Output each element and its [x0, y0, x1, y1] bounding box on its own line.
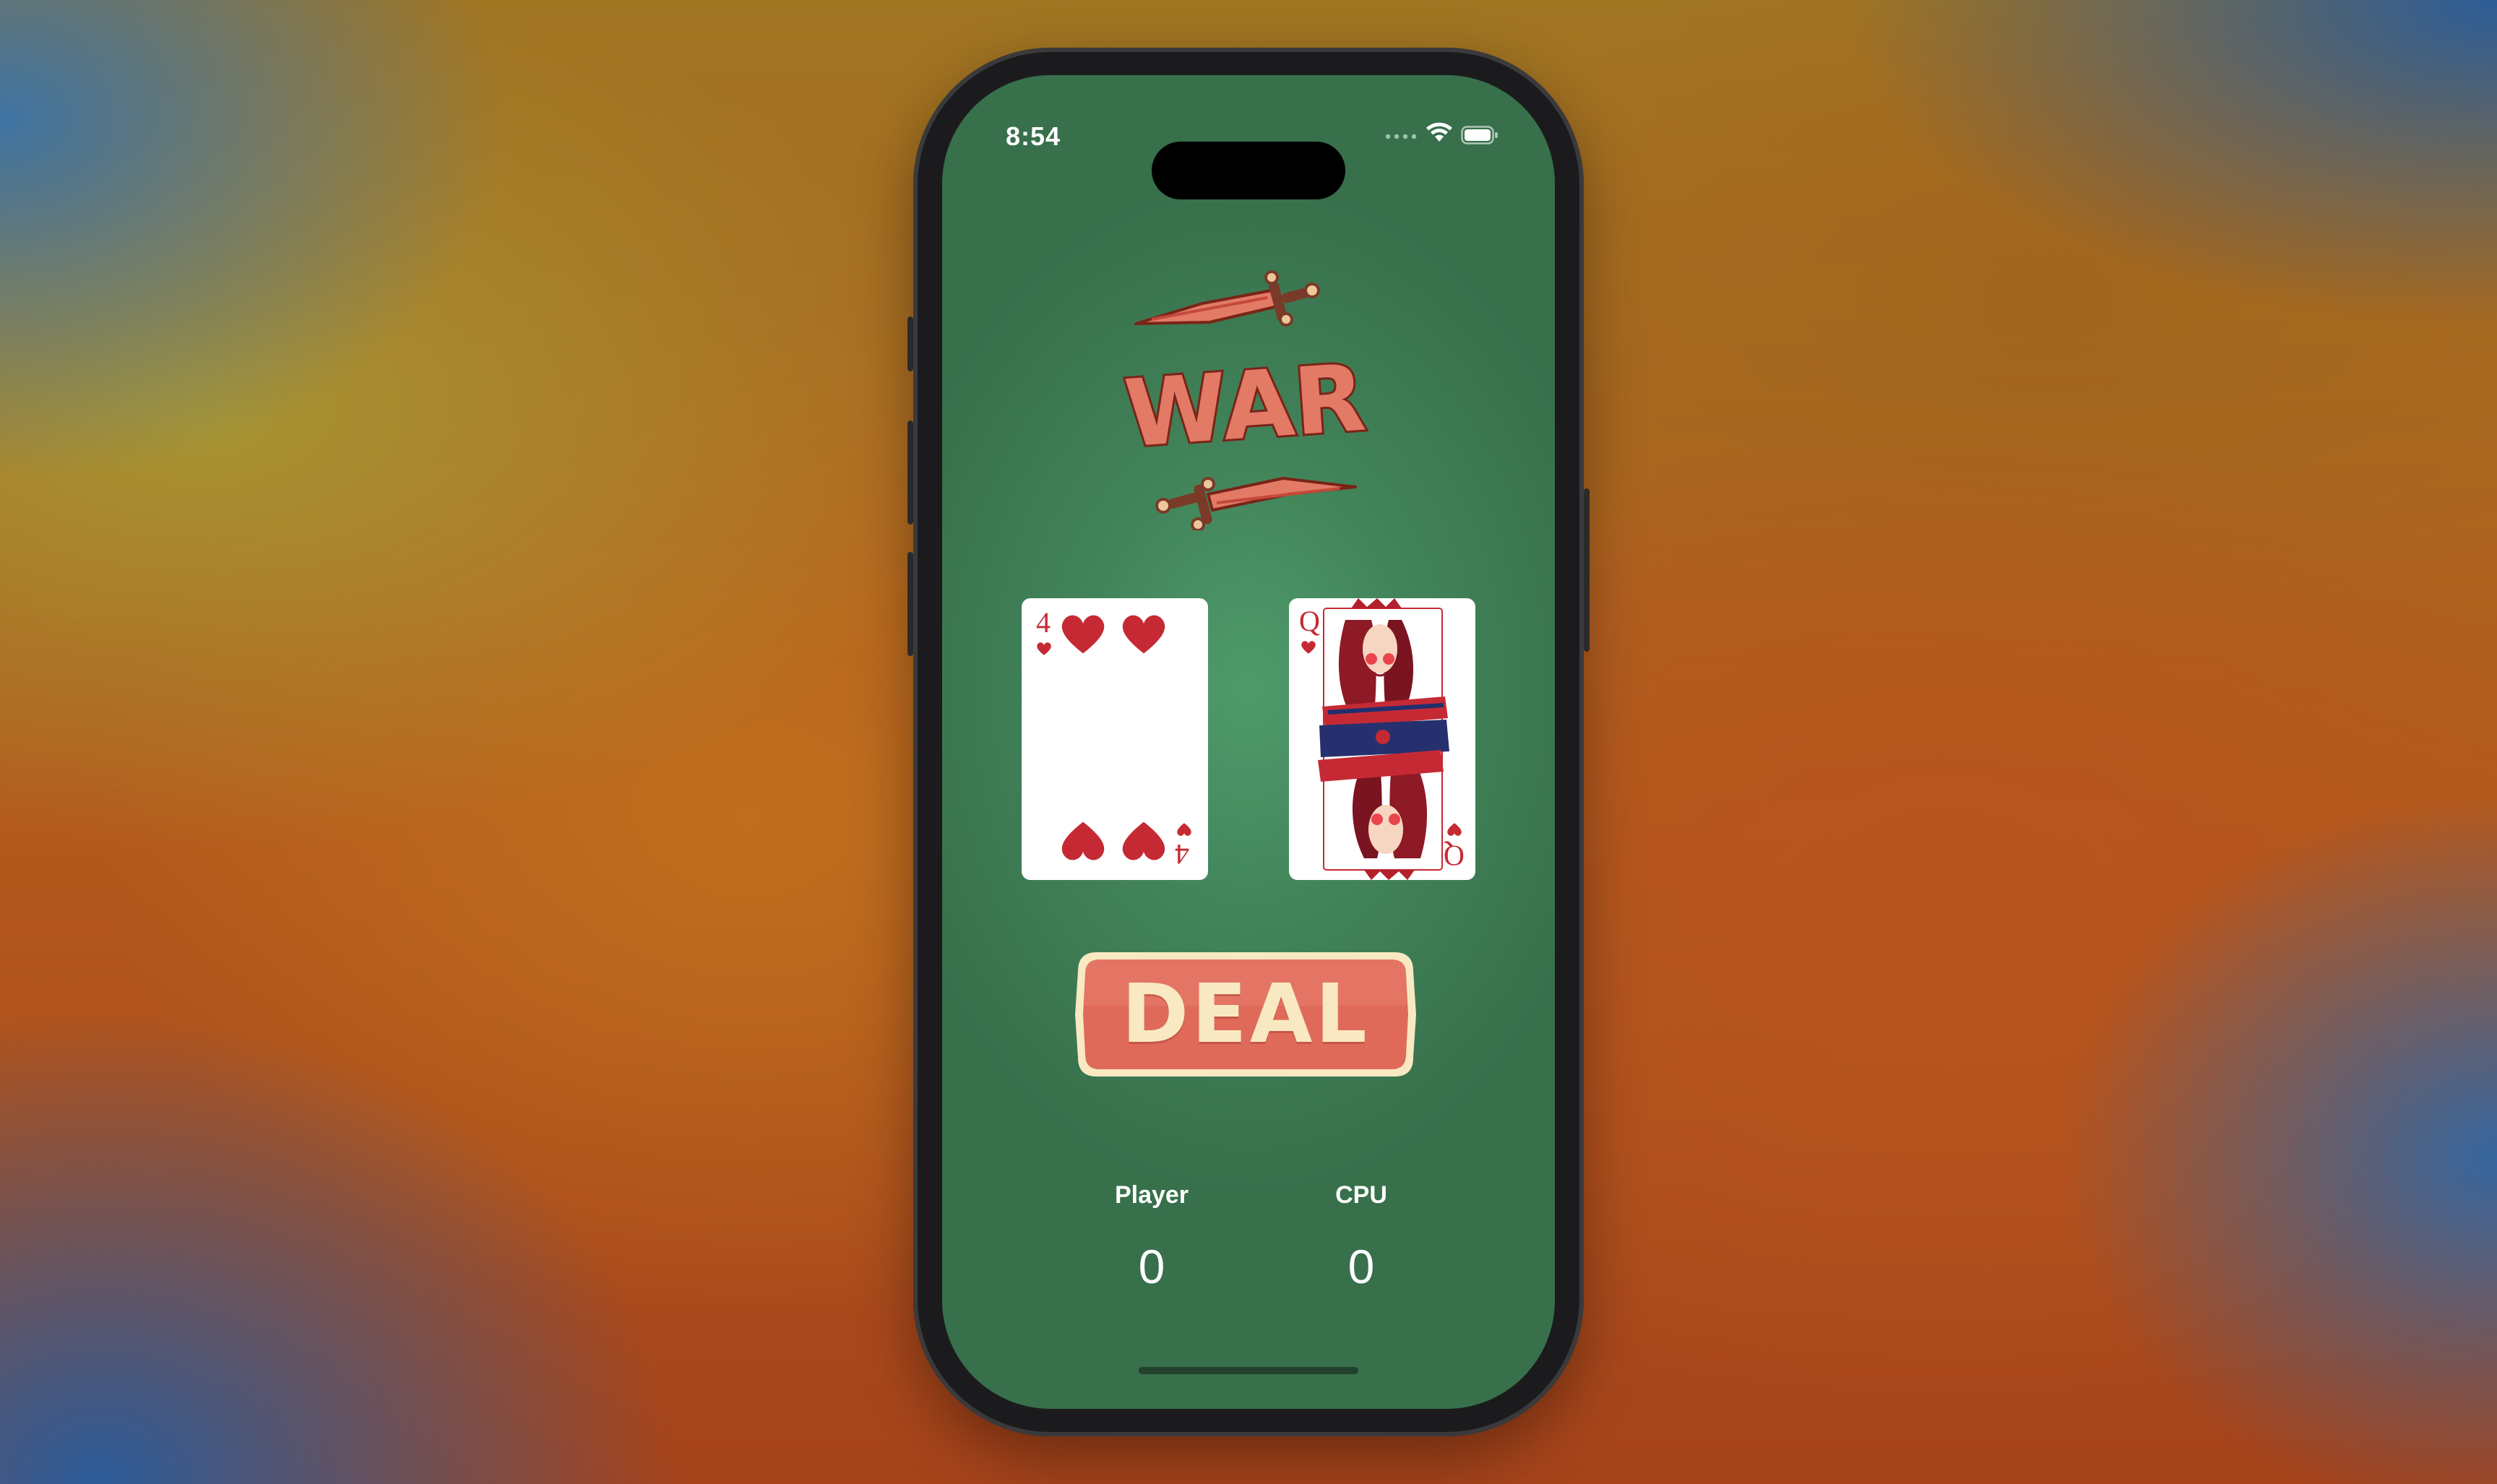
cpu-score-panel: CPU 0 [1289, 1181, 1433, 1292]
player-card-suit-small-icon [1177, 823, 1191, 836]
cellular-signal-icon [1385, 134, 1417, 139]
cpu-card-suit-small-icon [1447, 823, 1462, 836]
deal-button[interactable]: DEAL [1072, 948, 1419, 1081]
cpu-card: Q Q [1289, 598, 1475, 880]
player-score-label: Player [1114, 1181, 1189, 1209]
cpu-score-value: 0 [1347, 1240, 1375, 1293]
queen-figure-icon [1318, 598, 1449, 880]
action-button [907, 316, 913, 371]
power-button [1584, 488, 1590, 652]
battery-icon [1461, 126, 1498, 144]
player-card-rank-bottom: 4 [1175, 838, 1189, 871]
deal-button-label: DEAL [1121, 967, 1370, 1061]
volume-down-button [907, 552, 913, 656]
app-screen: 8:54 WAR 4 4 Q Q DEAL Player 0 CPU 0 [942, 75, 1555, 1409]
player-card: 4 4 [1022, 598, 1208, 880]
logo-text: WAR [1123, 345, 1368, 469]
war-logo: WAR [1123, 270, 1368, 530]
heart-pip-icon [1122, 615, 1165, 654]
player-score-value: 0 [1138, 1240, 1165, 1293]
status-time: 8:54 [1006, 121, 1061, 151]
phone-frame: 8:54 WAR 4 4 Q Q DEAL Player 0 CPU 0 [907, 48, 1590, 1436]
heart-pip-icon [1061, 615, 1105, 654]
player-score-panel: Player 0 [1079, 1181, 1224, 1292]
heart-pip-icon [1122, 821, 1165, 860]
player-card-rank-top: 4 [1036, 606, 1051, 639]
lower-sword-icon [1155, 477, 1357, 530]
wifi-icon [1426, 122, 1452, 142]
cpu-card-rank-bottom: Q [1444, 840, 1465, 872]
heart-pip-icon [1061, 821, 1105, 860]
dynamic-island [1152, 142, 1345, 199]
status-bar: 8:54 [942, 75, 1555, 199]
home-indicator[interactable] [1139, 1367, 1358, 1374]
volume-up-button [907, 420, 913, 525]
player-card-suit-small-icon [1037, 642, 1051, 655]
cpu-score-label: CPU [1335, 1181, 1387, 1209]
upper-sword-icon [1134, 270, 1320, 327]
